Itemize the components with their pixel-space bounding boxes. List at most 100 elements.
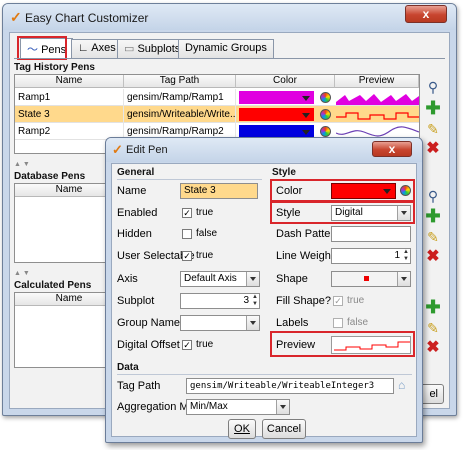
name-label: Name [117,185,147,197]
edit-pen-dialog: ✓ Edit Pen x General Name State 3 Enable… [105,137,423,443]
general-section-title: General [117,167,155,178]
line-weight-spinner[interactable]: 1 [331,248,411,264]
fill-shape-value: true [347,295,365,306]
close-dialog-button[interactable]: x [372,141,412,157]
pen-style-preview [331,336,411,354]
search-icon[interactable]: ⚲ [425,188,441,204]
chevron-down-icon [302,113,310,118]
color-palette-icon[interactable] [400,185,411,196]
tab-subplots-label: Subplots [137,43,181,55]
pen-preview-state3 [336,112,419,120]
aggregation-mode-select[interactable]: Min/Max [186,399,290,415]
edit-pen-icon[interactable]: ✎ [425,121,441,137]
labels-checkbox[interactable] [333,318,343,328]
color-swatch-button[interactable] [331,183,396,199]
col-header-tag-path[interactable]: Tag Path [124,75,236,88]
divider [117,374,412,375]
add-pen-icon[interactable]: ✚ [425,298,441,316]
enabled-checkbox[interactable]: ✓ [182,208,192,218]
delete-pen-icon[interactable]: ✖ [425,340,441,356]
divider [117,179,262,180]
group-name-select[interactable] [180,315,260,331]
col-header-preview[interactable]: Preview [335,75,419,88]
digital-offset-label: Digital Offset [117,339,180,351]
tab-dynamic-groups[interactable]: Dynamic Groups [178,39,274,58]
splitter-handle[interactable]: ▲▼ [14,161,32,168]
ok-button[interactable]: OK [228,419,256,439]
dash-pattern-field[interactable] [331,226,411,242]
table-row[interactable]: State 3 gensim/Writeable/Write... [15,106,419,123]
digital-offset-checkbox[interactable]: ✓ [182,340,192,350]
search-icon[interactable]: ⚲ [425,79,441,95]
cancel-button[interactable]: Cancel [262,419,306,439]
hidden-label: Hidden [117,228,152,240]
add-pen-icon[interactable]: ✚ [425,99,441,117]
fill-shape-checkbox[interactable]: ✓ [333,296,343,306]
square-shape-icon [364,276,369,281]
name-field[interactable]: State 3 [180,183,258,199]
user-selectable-checkbox[interactable]: ✓ [182,251,192,261]
chevron-down-icon [302,130,310,135]
delete-pen-icon[interactable]: ✖ [425,249,441,265]
tag-browse-icon[interactable]: ⌂ [398,378,405,392]
add-pen-icon[interactable]: ✚ [425,207,441,225]
user-selectable-value: true [196,250,214,261]
style-value: Digital [335,207,363,218]
chevron-down-icon [246,316,259,330]
subplot-label: Subplot [117,295,155,307]
pen-preview-ramp1 [336,94,419,105]
tab-pens[interactable]: 〜 Pens [20,38,74,59]
table-row[interactable]: Ramp1 gensim/Ramp/Ramp1 [15,89,419,106]
spinner-arrows-icon[interactable]: ▲ ▼ [403,249,409,263]
calculated-pens-title: Calculated Pens [14,280,92,291]
col-header-color[interactable]: Color [236,75,335,88]
axis-select[interactable]: Default Axis [180,271,260,287]
style-select[interactable]: Digital [331,205,411,221]
title-bar[interactable]: ✓ Easy Chart Customizer x [3,4,456,30]
edit-pen-icon[interactable]: ✎ [425,320,441,336]
color-palette-icon[interactable] [320,126,331,137]
edit-pen-icon[interactable]: ✎ [425,229,441,245]
subplot-spinner[interactable]: 3 [180,293,260,309]
tab-pens-label: Pens [41,44,67,56]
color-palette-icon[interactable] [320,92,331,103]
tab-dynamic-groups-label: Dynamic Groups [185,42,267,54]
data-section-title: Data [117,362,139,373]
shape-select[interactable] [331,271,411,287]
divider [272,179,412,180]
app-check-icon: ✓ [10,9,22,25]
group-name-label: Group Name [117,317,180,329]
digital-offset-value: true [196,339,214,350]
tag-path-label: Tag Path [117,380,161,392]
axis-value: Default Axis [184,273,237,284]
tab-axes[interactable]: ∟ Axes [71,39,123,58]
chevron-down-icon [397,272,410,286]
enabled-value: true [196,207,214,218]
enabled-label: Enabled [117,207,158,219]
axis-label: Axis [117,273,138,285]
chevron-down-icon [246,272,259,286]
tab-axes-label: Axes [91,42,116,54]
pen-name: Ramp1 [15,89,124,106]
tag-path-field[interactable]: gensim/Writeable/WriteableInteger3 [186,378,394,394]
tab-subplots[interactable]: ▭ Subplots [117,39,188,58]
splitter-handle[interactable]: ▲▼ [14,270,32,277]
edit-pen-title-bar[interactable]: ✓ Edit Pen x [106,138,422,162]
axes-icon: ∟ [78,42,89,54]
hidden-value: false [196,228,218,239]
edit-pen-title: Edit Pen [126,144,168,156]
preview-label: Preview [276,339,316,351]
pen-color-swatch[interactable] [239,91,314,104]
chevron-down-icon [302,96,310,101]
color-palette-icon[interactable] [320,109,331,120]
delete-pen-icon[interactable]: ✖ [425,141,441,157]
fill-shape-label: Fill Shape? [276,295,332,307]
close-window-button[interactable]: x [405,5,447,23]
color-label: Color [276,185,303,197]
spinner-arrows-icon[interactable]: ▲ ▼ [252,294,258,308]
hidden-checkbox[interactable] [182,229,192,239]
labels-label: Labels [276,317,309,329]
pen-color-swatch[interactable] [239,108,314,121]
pen-tag-path: gensim/Writeable/Write... [124,106,236,123]
col-header-name[interactable]: Name [15,75,124,88]
